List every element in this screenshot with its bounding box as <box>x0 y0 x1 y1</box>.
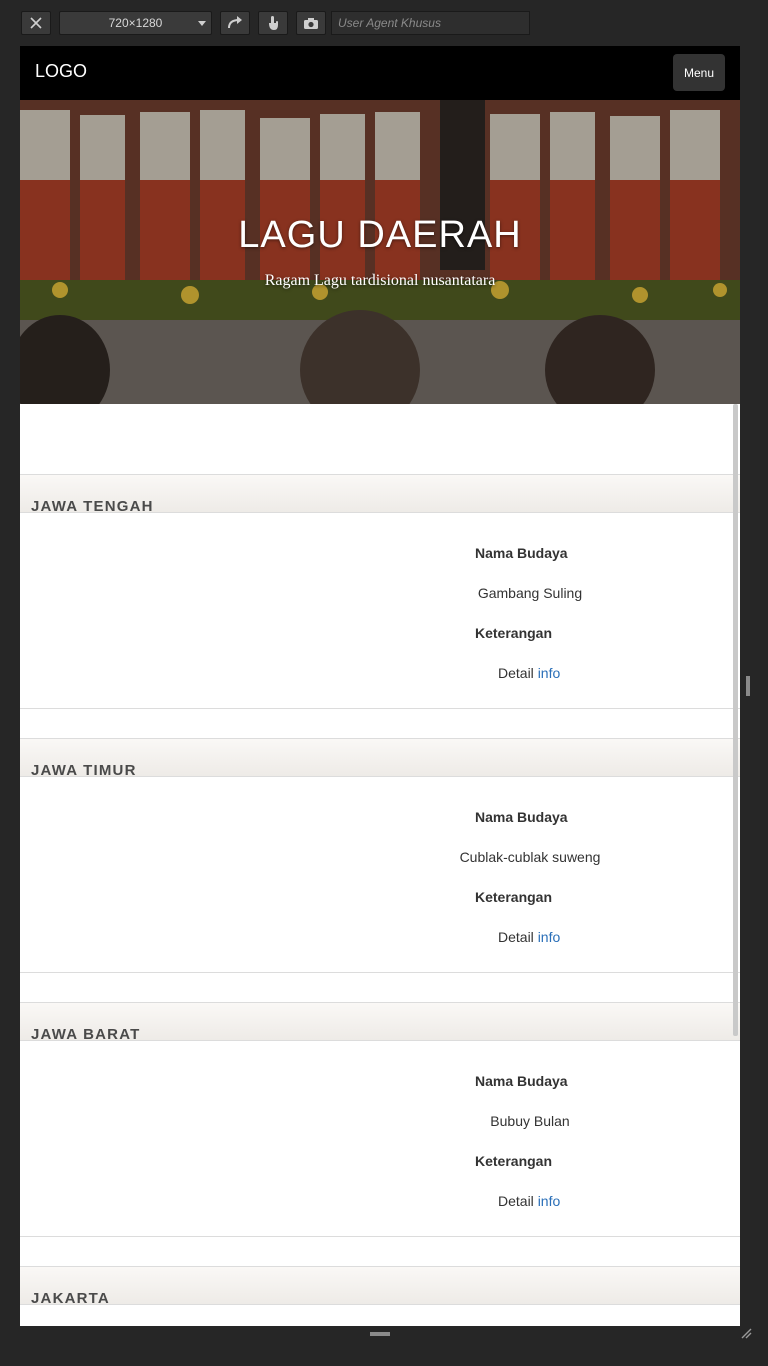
detail-row: Detail info <box>498 665 560 681</box>
device-viewport: LOGO Menu LAGU DAERAH Ragam Lagu tardisi… <box>20 46 740 1326</box>
touch-icon <box>269 16 278 30</box>
screenshot-button[interactable] <box>296 11 326 35</box>
detail-row: Detail info <box>498 1193 560 1209</box>
site-logo[interactable]: LOGO <box>35 61 87 82</box>
device-size-select[interactable]: 720×1280 <box>59 11 212 35</box>
close-device-button[interactable] <box>21 11 51 35</box>
hero-banner: LAGU DAERAH Ragam Lagu tardisional nusan… <box>20 100 740 404</box>
devtools-toolbar: 720×1280 <box>0 0 768 46</box>
chevron-down-icon <box>198 21 206 26</box>
page-scrollbar[interactable] <box>733 404 738 1036</box>
resize-corner-icon[interactable] <box>740 1327 752 1339</box>
user-agent-input[interactable] <box>331 11 530 35</box>
detail-text: Detail <box>498 1193 534 1209</box>
hero-title: LAGU DAERAH <box>238 214 522 256</box>
detail-text: Detail <box>498 665 534 681</box>
name-label: Nama Budaya <box>475 1073 568 1089</box>
description-label: Keterangan <box>475 889 553 905</box>
hero-subtitle: Ragam Lagu tardisional nusantatara <box>264 272 496 289</box>
section-header: JAWA TIMUR <box>20 738 740 779</box>
detail-row: Detail info <box>498 929 560 945</box>
name-value: Bubuy Bulan <box>490 1113 570 1129</box>
device-size-label: 720×1280 <box>108 16 163 30</box>
menu-button[interactable]: Menu <box>673 54 725 91</box>
detail-text: Detail <box>498 929 534 945</box>
rotate-button[interactable] <box>220 11 250 35</box>
navbar: LOGO Menu <box>20 46 740 100</box>
info-link[interactable]: info <box>538 1193 561 1209</box>
section-body: Nama Budaya Gambang Suling Keterangan De… <box>20 513 740 709</box>
rotate-icon <box>228 16 242 29</box>
section-header: JAKARTA <box>20 1266 740 1307</box>
name-value: Gambang Suling <box>477 585 583 601</box>
camera-icon <box>304 17 318 29</box>
touch-emulation-button[interactable] <box>258 11 288 35</box>
section-body: Nama Budaya Cublak-cublak suweng Keteran… <box>20 777 740 973</box>
name-value: Cublak-cublak suweng <box>459 849 601 865</box>
info-link[interactable]: info <box>538 665 561 681</box>
description-label: Keterangan <box>475 625 553 641</box>
section-title: JAKARTA <box>31 1290 110 1307</box>
name-label: Nama Budaya <box>475 809 568 825</box>
resize-handle-bottom[interactable] <box>370 1332 390 1336</box>
description-label: Keterangan <box>475 1153 553 1169</box>
section-header: JAWA TENGAH <box>20 474 740 515</box>
section-header: JAWA BARAT <box>20 1002 740 1043</box>
section-body: Nama Budaya Bubuy Bulan Keterangan Detai… <box>20 1041 740 1237</box>
close-icon <box>30 17 42 29</box>
name-label: Nama Budaya <box>475 545 568 561</box>
resize-handle-right[interactable] <box>746 676 750 696</box>
info-link[interactable]: info <box>538 929 561 945</box>
